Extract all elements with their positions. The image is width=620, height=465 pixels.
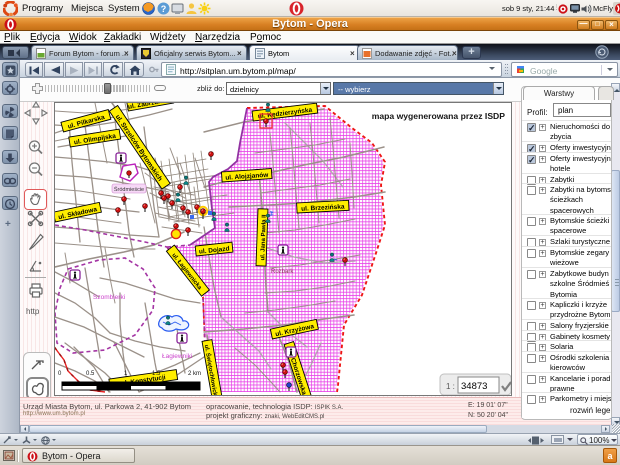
svg-text:1 :: 1 : [446, 382, 455, 391]
svg-text:2 km: 2 km [188, 371, 201, 377]
svg-text:?: ? [161, 4, 167, 14]
svg-text:0: 0 [58, 371, 62, 377]
svg-text:Szombierki: Szombierki [93, 294, 125, 301]
svg-text:Śródmieście: Śródmieście [114, 185, 144, 193]
svg-text:0.5: 0.5 [86, 371, 95, 377]
svg-text:34873: 34873 [461, 381, 487, 392]
svg-text:mapa wygenerowana przez ISDP: mapa wygenerowana przez ISDP [372, 111, 506, 121]
svg-text:1.5: 1.5 [152, 371, 161, 377]
svg-text:Rozbark: Rozbark [271, 269, 294, 275]
svg-text:Łagiewniki: Łagiewniki [162, 353, 192, 360]
